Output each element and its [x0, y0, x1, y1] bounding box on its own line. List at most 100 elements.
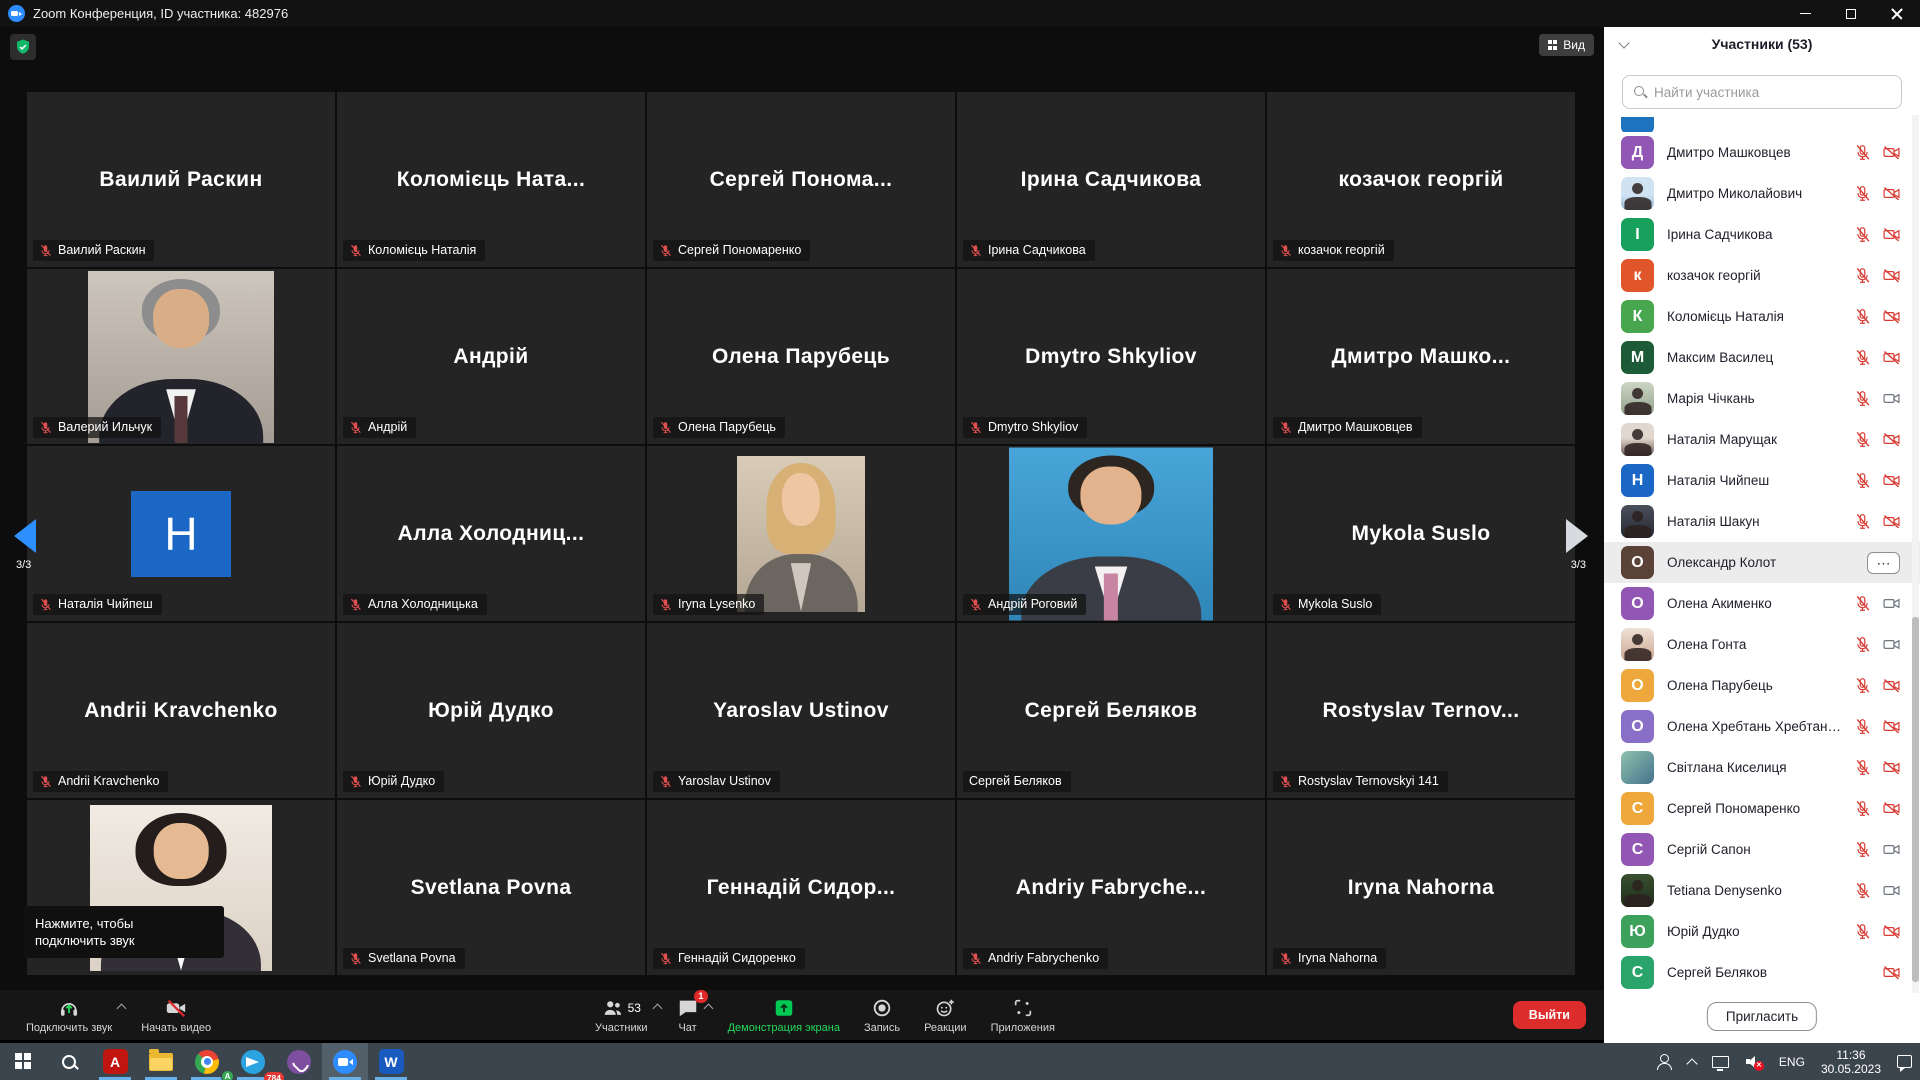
tray-expand-button[interactable]	[1680, 1043, 1704, 1080]
panel-collapse-chevron-icon[interactable]	[1618, 37, 1629, 48]
minimize-button[interactable]	[1782, 0, 1828, 27]
participant-avatar: О	[1621, 587, 1654, 620]
video-tile[interactable]: Ірина Садчикова Ірина Садчикова	[957, 92, 1265, 267]
view-button[interactable]: Вид	[1539, 34, 1594, 56]
participants-panel: Участники (53) Д Дмитро Машковцев Дмитро…	[1604, 27, 1920, 1043]
video-tile[interactable]: Дмитро Машко... Дмитро Машковцев	[1267, 269, 1575, 444]
participant-row[interactable]: Марія Чічкань	[1604, 378, 1920, 419]
participant-row[interactable]: Д Дмитро Машковцев	[1604, 132, 1920, 173]
start-button[interactable]	[0, 1043, 46, 1080]
video-tile[interactable]: Сергей Понома... Сергей Пономаренко	[647, 92, 955, 267]
video-tile[interactable]: Алла Холодниц... Алла Холодницька	[337, 446, 645, 621]
video-tile[interactable]: Iryna Nahorna Iryna Nahorna	[1267, 800, 1575, 975]
video-tile[interactable]: козачок георгій козачок георгій	[1267, 92, 1575, 267]
participant-name: Сергей Пономаренко	[1667, 801, 1841, 816]
participant-row[interactable]: к козачок георгій	[1604, 255, 1920, 296]
scrollbar-thumb[interactable]	[1912, 617, 1919, 982]
video-tile[interactable]: Svetlana Povna Svetlana Povna	[337, 800, 645, 975]
participant-row[interactable]: О Олена Хребтань Хребтань Ол...	[1604, 706, 1920, 747]
taskbar-people-button[interactable]	[1648, 1043, 1680, 1080]
participant-row[interactable]: М Максим Василец	[1604, 337, 1920, 378]
taskbar-word[interactable]: W	[368, 1043, 414, 1080]
participant-row[interactable]: О Олександр Колот ⋯	[1604, 542, 1920, 583]
participant-row[interactable]: Н Наталія Чийпеш	[1604, 460, 1920, 501]
taskbar-file-explorer[interactable]	[138, 1043, 184, 1080]
video-off-icon	[1883, 308, 1900, 325]
language-indicator[interactable]: ENG	[1771, 1055, 1813, 1069]
participant-row[interactable]: О Олена Акименко	[1604, 583, 1920, 624]
participant-avatar: Ю	[1621, 915, 1654, 948]
share-screen-button[interactable]: Демонстрация экрана	[716, 990, 852, 1040]
apps-button[interactable]: Приложения	[979, 990, 1067, 1040]
participant-row[interactable]: К Коломієць Наталія	[1604, 296, 1920, 337]
video-tile[interactable]: Андрій Андрій	[337, 269, 645, 444]
participant-row[interactable]: Світлана Киселиця	[1604, 747, 1920, 788]
mic-muted-icon	[1854, 226, 1871, 243]
video-tile[interactable]: Валерий Ильчук	[27, 269, 335, 444]
video-tile[interactable]: Коломієць Ната... Коломієць Наталія	[337, 92, 645, 267]
taskbar-search-button[interactable]	[46, 1043, 92, 1080]
video-tile[interactable]: Н Наталія Чийпеш	[27, 446, 335, 621]
participant-row[interactable]: І Ірина Садчикова	[1604, 214, 1920, 255]
taskbar-chrome[interactable]: A	[184, 1043, 230, 1080]
participants-list: Д Дмитро Машковцев Дмитро Миколайович І …	[1604, 117, 1920, 993]
participant-name: козачок георгій	[1667, 268, 1841, 283]
join-audio-button[interactable]: Подключить звук	[14, 997, 124, 1034]
network-button[interactable]	[1704, 1043, 1737, 1080]
close-button[interactable]	[1874, 0, 1920, 27]
video-tile[interactable]: Andrii Kravchenko Andrii Kravchenko	[27, 623, 335, 798]
participant-row[interactable]: Tetiana Denysenko	[1604, 870, 1920, 911]
video-tile[interactable]: Андрій Роговий	[957, 446, 1265, 621]
tile-nameplate: Андрій	[343, 417, 416, 438]
participant-row[interactable]: С Сергій Сапон	[1604, 829, 1920, 870]
participant-row[interactable]: С Сергей Пономаренко	[1604, 788, 1920, 829]
video-tile[interactable]: Юрій Дудко Юрій Дудко	[337, 623, 645, 798]
video-tile[interactable]: Ваилий Раскин Ваилий Раскин	[27, 92, 335, 267]
mic-off-icon	[659, 598, 672, 611]
tile-nameplate: Олена Парубець	[653, 417, 785, 438]
participant-row[interactable]: Дмитро Миколайович	[1604, 173, 1920, 214]
taskbar-clock[interactable]: 11:36 30.05.2023	[1813, 1048, 1889, 1076]
taskbar-zoom[interactable]	[322, 1043, 368, 1080]
video-tile[interactable]: Dmytro Shkyliov Dmytro Shkyliov	[957, 269, 1265, 444]
tile-nameplate: козачок георгій	[1273, 240, 1394, 261]
volume-button[interactable]: ✕	[1737, 1043, 1771, 1080]
participant-row[interactable]: Наталія Шакун	[1604, 501, 1920, 542]
maximize-button[interactable]	[1828, 0, 1874, 27]
next-page-arrow[interactable]	[1566, 519, 1588, 553]
participant-row[interactable]: Олена Гонта	[1604, 624, 1920, 665]
mic-off-icon	[969, 244, 982, 257]
action-center-button[interactable]	[1889, 1043, 1920, 1080]
video-tile[interactable]: Yaroslav Ustinov Yaroslav Ustinov	[647, 623, 955, 798]
video-off-icon	[1883, 472, 1900, 489]
record-button[interactable]: Запись	[852, 990, 912, 1040]
video-tile[interactable]: Iryna Lysenko	[647, 446, 955, 621]
participant-row[interactable]	[1604, 117, 1920, 132]
participants-button[interactable]: 53 Участники	[583, 990, 660, 1040]
reactions-button[interactable]: Реакции	[912, 990, 979, 1040]
participant-row[interactable]: С Сергей Беляков	[1604, 952, 1920, 993]
video-tile[interactable]: Геннадій Сидор... Геннадій Сидоренко	[647, 800, 955, 975]
taskbar-acrobat[interactable]: A	[92, 1043, 138, 1080]
video-tile[interactable]: Сергей Беляков Сергей Беляков	[957, 623, 1265, 798]
chevron-up-icon	[1686, 1058, 1697, 1069]
mic-muted-icon	[1854, 841, 1871, 858]
participant-row[interactable]: Ю Юрій Дудко	[1604, 911, 1920, 952]
video-tile[interactable]: Andriy Fabryche... Andriy Fabrychenko	[957, 800, 1265, 975]
prev-page-arrow[interactable]	[14, 519, 36, 553]
leave-button[interactable]: Выйти	[1513, 1001, 1586, 1029]
chat-button[interactable]: 1 Чат	[665, 990, 711, 1040]
video-tile[interactable]: Олена Парубець Олена Парубець	[647, 269, 955, 444]
video-tile[interactable]: Rostyslav Ternov... Rostyslav Ternovskyi…	[1267, 623, 1575, 798]
start-video-button[interactable]: Начать видео	[129, 997, 223, 1034]
security-shield-icon[interactable]	[10, 34, 36, 60]
invite-button[interactable]: Пригласить	[1707, 1002, 1817, 1031]
taskbar-telegram[interactable]: 784	[230, 1043, 276, 1080]
search-input[interactable]	[1654, 85, 1891, 100]
participant-row[interactable]: О Олена Парубець	[1604, 665, 1920, 706]
participant-more-button[interactable]: ⋯	[1867, 552, 1900, 574]
mic-muted-icon	[1854, 718, 1871, 735]
video-tile[interactable]: Mykola Suslo Mykola Suslo	[1267, 446, 1575, 621]
participant-row[interactable]: Наталія Марущак	[1604, 419, 1920, 460]
chrome-icon	[195, 1050, 219, 1074]
